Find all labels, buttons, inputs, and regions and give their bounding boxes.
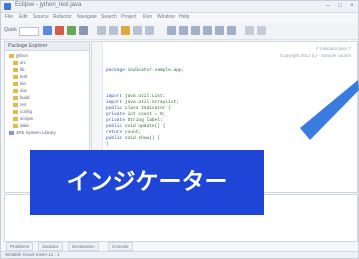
indicator-banner: インジケーター [30,150,264,215]
menu-help[interactable]: Help [179,14,189,20]
folder-icon [13,60,18,65]
maximize-icon[interactable]: □ [335,2,345,10]
tree-item[interactable]: test [13,74,27,80]
menu-navigate[interactable]: Navigate [77,14,97,20]
perspective-icon[interactable] [167,26,176,35]
code-line: public class Indicator { [106,106,171,111]
menu-search[interactable]: Search [101,14,117,20]
debug-icon[interactable] [79,26,88,35]
outline-icon[interactable] [191,26,200,35]
tree-item[interactable]: JRE System Library [9,130,56,136]
run-icon[interactable] [67,26,76,35]
bottom-tab-bar: Problems Javadoc Declaration Console [4,242,356,251]
code-line: private String label; [106,118,163,123]
menu-refactor[interactable]: Refactor [53,14,72,20]
folder-icon [9,53,14,58]
back-icon[interactable] [133,26,142,35]
panel-header: Package Explorer [5,42,89,51]
code-line: import java.util.List; [106,94,166,99]
status-bar: Writable Smart Insert 12 : 1 [1,251,358,258]
menu-edit[interactable]: Edit [19,14,28,20]
tab-console[interactable]: Console [108,242,133,251]
banner-label: インジケーター [66,169,228,195]
code-line: public void update() { [106,124,166,129]
save-icon[interactable] [55,26,64,35]
layout-icon[interactable] [179,26,188,35]
menu-project[interactable]: Project [121,14,137,20]
open-icon[interactable] [97,26,106,35]
library-icon [9,130,14,135]
app-icon [4,3,11,10]
tree-item[interactable]: build [13,95,30,101]
tab-problems[interactable]: Problems [6,242,34,251]
tree-item[interactable]: bin [13,81,26,87]
code-line: } [106,142,109,147]
minimize-icon[interactable]: – [323,2,333,10]
new-icon[interactable] [43,26,52,35]
folder-icon [13,88,18,93]
title-bar: Eclipse - jython_test.java – □ × [1,1,358,13]
pointer-arrow [300,80,359,140]
settings-icon[interactable] [245,26,254,35]
tree-item[interactable]: lib [13,67,25,73]
folder-icon [13,81,18,86]
arrow-shape [300,80,359,140]
panel-title: Package Explorer [8,43,48,49]
folder-icon [13,109,18,114]
menu-window[interactable]: Window [157,14,175,20]
folder-icon [13,123,18,128]
menu-run[interactable]: Run [143,14,152,20]
status-text: Writable Smart Insert 12 : 1 [5,252,60,257]
menu-file[interactable]: File [5,14,13,20]
code-line: import java.util.ArrayList; [106,100,179,105]
build-icon[interactable] [121,26,130,35]
code-line: return count; [106,130,142,135]
quick-access-input[interactable] [19,27,39,36]
toolbar: Quick [1,23,358,40]
folder-icon [13,116,18,121]
folder-icon [13,95,18,100]
menu-source[interactable]: Source [33,14,49,20]
tree-item[interactable]: doc [13,88,27,94]
tree-item[interactable]: res [13,102,26,108]
quick-access-label: Quick [4,27,17,33]
forward-icon[interactable] [145,26,154,35]
code-comment: Copyright 2012 (c) - Sample source [279,53,351,58]
tree-item[interactable]: config [13,109,32,115]
window-title: Eclipse - jython_test.java [15,2,82,8]
tab-declaration[interactable]: Declaration [68,242,99,251]
tree-item[interactable]: jython [9,53,28,59]
help-icon[interactable] [257,26,266,35]
folder-icon [13,74,18,79]
bookmark-icon[interactable] [227,26,236,35]
menu-bar: File Edit Source Refactor Navigate Searc… [1,13,358,22]
history-icon[interactable] [215,26,224,35]
code-line: package indicator.sample.app; [106,68,185,73]
folder-icon [13,67,18,72]
tree-item[interactable]: src [13,60,26,66]
code-line: public void show() { [106,136,161,141]
tree-item[interactable]: data [13,123,29,129]
code-line: private int count = 0; [106,112,166,117]
tab-javadoc[interactable]: Javadoc [38,242,63,251]
tree-item[interactable]: scripts [13,116,33,122]
tasks-icon[interactable] [203,26,212,35]
search-icon[interactable] [109,26,118,35]
close-icon[interactable]: × [347,2,357,10]
code-comment: /* Indicator.java */ [315,46,351,51]
folder-icon [13,102,18,107]
